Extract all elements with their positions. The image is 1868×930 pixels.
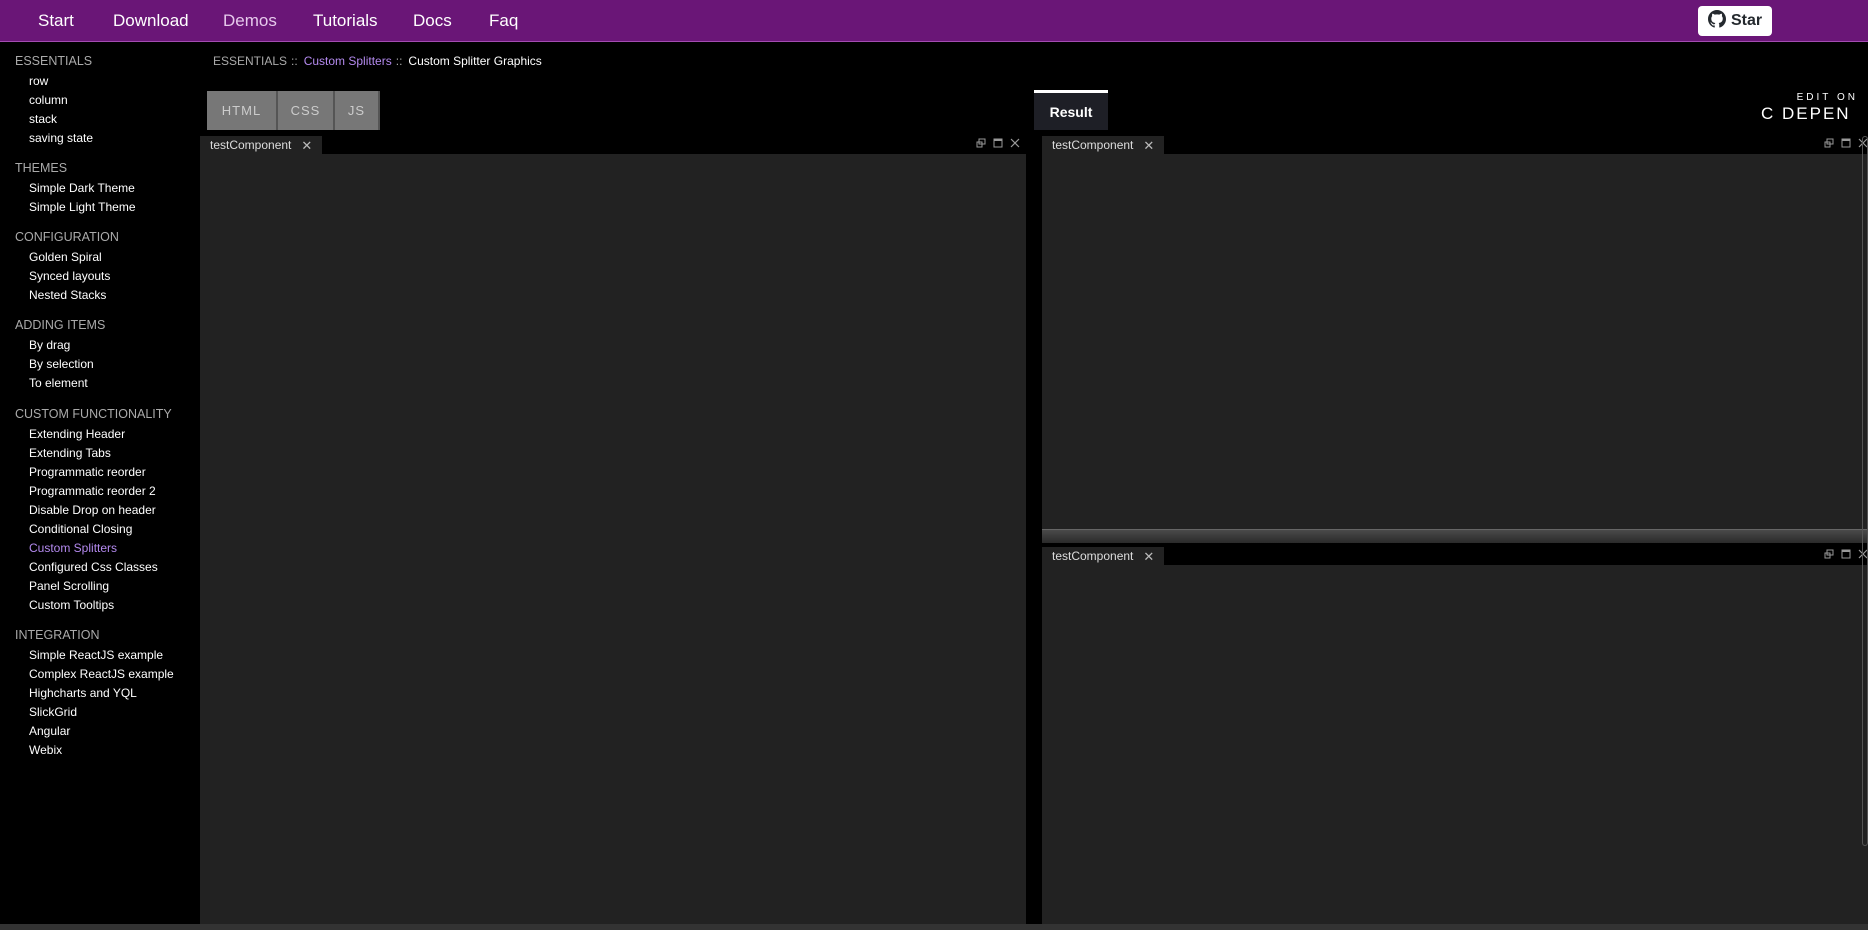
github-icon — [1707, 9, 1726, 33]
sidebar-item-programmatic-reorder-2[interactable]: Programmatic reorder 2 — [29, 484, 156, 498]
panel-content — [1042, 565, 1868, 924]
panel-tab-title: testComponent — [1052, 138, 1134, 152]
sidebar-item-simple-dark-theme[interactable]: Simple Dark Theme — [29, 181, 135, 195]
sidebar-item-golden-spiral[interactable]: Golden Spiral — [29, 250, 102, 264]
panel-header: testComponent ✕ — [200, 136, 1026, 154]
sidebar-item-to-element[interactable]: To element — [29, 376, 88, 390]
nav-download-link[interactable]: Download — [113, 11, 189, 31]
popout-icon[interactable] — [1824, 549, 1834, 559]
panel-content — [1042, 154, 1868, 529]
tab-result[interactable]: Result — [1034, 90, 1108, 130]
sidebar-item-configured-css-classes[interactable]: Configured Css Classes — [29, 560, 158, 574]
result-scrollbar[interactable] — [1862, 136, 1868, 846]
sidebar-item-custom-splitters[interactable]: Custom Splitters — [29, 541, 117, 555]
tab-html[interactable]: HTML — [207, 91, 278, 130]
popout-icon[interactable] — [1824, 138, 1834, 148]
breadcrumb-current: Custom Splitter Graphics — [408, 54, 542, 68]
breadcrumb-separator: :: — [291, 54, 298, 68]
panel-tab[interactable]: testComponent ✕ — [1042, 547, 1165, 565]
sidebar-section-title: ADDING ITEMS — [15, 318, 106, 332]
nav-docs-link[interactable]: Docs — [413, 11, 452, 31]
sidebar-section-title: CUSTOM FUNCTIONALITY — [15, 407, 172, 421]
sidebar-item-conditional-closing[interactable]: Conditional Closing — [29, 522, 132, 536]
sidebar-section-title: THEMES — [15, 161, 68, 175]
nav-faq-link[interactable]: Faq — [489, 11, 518, 31]
tab-close-icon[interactable]: ✕ — [1143, 139, 1154, 152]
right-top-panel: testComponent ✕ — [1042, 136, 1868, 529]
nav-tutorials-link[interactable]: Tutorials — [313, 11, 378, 31]
panel-tab-title: testComponent — [1052, 549, 1134, 563]
sidebar-item-angular[interactable]: Angular — [29, 724, 70, 738]
sidebar-item-panel-scrolling[interactable]: Panel Scrolling — [29, 579, 109, 593]
panel-header: testComponent ✕ — [1042, 547, 1868, 565]
panel-tab-title: testComponent — [210, 138, 292, 152]
sidebar-item-highcharts-and-yql[interactable]: Highcharts and YQL — [29, 686, 137, 700]
sidebar-item-saving-state[interactable]: saving state — [29, 131, 93, 145]
nav-demos-link[interactable]: Demos — [223, 11, 277, 31]
sidebar-section-title: ESSENTIALS — [15, 54, 93, 68]
panel-tab[interactable]: testComponent ✕ — [1042, 136, 1165, 154]
right-bottom-panel: testComponent ✕ — [1042, 547, 1868, 924]
panel-controls — [976, 138, 1020, 148]
maximise-icon[interactable] — [1841, 138, 1851, 148]
panel-header: testComponent ✕ — [1042, 136, 1868, 154]
horizontal-scrollbar[interactable] — [0, 924, 1868, 930]
left-panel: testComponent ✕ — [200, 136, 1026, 924]
sidebar-section-title: CONFIGURATION — [15, 230, 119, 244]
breadcrumb: ESSENTIALS:: Custom Splitters:: Custom Spl… — [213, 54, 542, 68]
codepen-tab-bar: HTML CSS JS — [207, 91, 380, 130]
star-button-label: Star — [1730, 12, 1763, 29]
github-star-button[interactable]: Star — [1698, 6, 1772, 36]
codepen-logo-text: C DEPEN — [1761, 104, 1851, 123]
sidebar-item-row[interactable]: row — [29, 74, 48, 88]
codepen-logo-link[interactable]: C DEPEN — [1761, 104, 1851, 124]
sidebar-item-column[interactable]: column — [29, 93, 68, 107]
vertical-splitter[interactable] — [1026, 136, 1042, 924]
popout-icon[interactable] — [976, 138, 986, 148]
panel-content — [200, 154, 1026, 924]
sidebar-item-simple-light-theme[interactable]: Simple Light Theme — [29, 200, 136, 214]
close-icon[interactable] — [1010, 138, 1020, 148]
edit-on-label: EDIT ON — [1796, 92, 1858, 103]
breadcrumb-root: ESSENTIALS — [213, 54, 288, 68]
sidebar-item-extending-header[interactable]: Extending Header — [29, 427, 125, 441]
horizontal-splitter[interactable] — [1042, 529, 1868, 543]
maximise-icon[interactable] — [993, 138, 1003, 148]
tab-close-icon[interactable]: ✕ — [301, 139, 312, 152]
breadcrumb-separator: :: — [395, 54, 403, 68]
sidebar-section-title: INTEGRATION — [15, 628, 100, 642]
sidebar-item-custom-tooltips[interactable]: Custom Tooltips — [29, 598, 114, 612]
demo-sidebar: ESSENTIALS row column stack saving state… — [0, 42, 198, 930]
tab-css[interactable]: CSS — [278, 91, 335, 130]
sidebar-item-synced-layouts[interactable]: Synced layouts — [29, 269, 110, 283]
maximise-icon[interactable] — [1841, 549, 1851, 559]
top-navigation-bar: Start Download Demos Tutorials Docs Faq … — [0, 0, 1868, 42]
nav-start-link[interactable]: Start — [38, 11, 74, 31]
sidebar-item-by-selection[interactable]: By selection — [29, 357, 94, 371]
panel-tab[interactable]: testComponent ✕ — [200, 136, 323, 154]
sidebar-item-stack[interactable]: stack — [29, 112, 57, 126]
sidebar-item-extending-tabs[interactable]: Extending Tabs — [29, 446, 111, 460]
sidebar-item-by-drag[interactable]: By drag — [29, 338, 70, 352]
sidebar-item-disable-drop-on-header[interactable]: Disable Drop on header — [29, 503, 156, 517]
sidebar-item-programmatic-reorder[interactable]: Programmatic reorder — [29, 465, 146, 479]
sidebar-item-simple-reactjs-example[interactable]: Simple ReactJS example — [29, 648, 163, 662]
sidebar-item-slickgrid[interactable]: SlickGrid — [29, 705, 77, 719]
tab-js[interactable]: JS — [335, 91, 380, 130]
sidebar-item-nested-stacks[interactable]: Nested Stacks — [29, 288, 106, 302]
breadcrumb-section-link[interactable]: Custom Splitters — [304, 54, 392, 68]
tab-close-icon[interactable]: ✕ — [1143, 550, 1154, 563]
sidebar-item-webix[interactable]: Webix — [29, 743, 62, 757]
sidebar-item-complex-reactjs-example[interactable]: Complex ReactJS example — [29, 667, 174, 681]
